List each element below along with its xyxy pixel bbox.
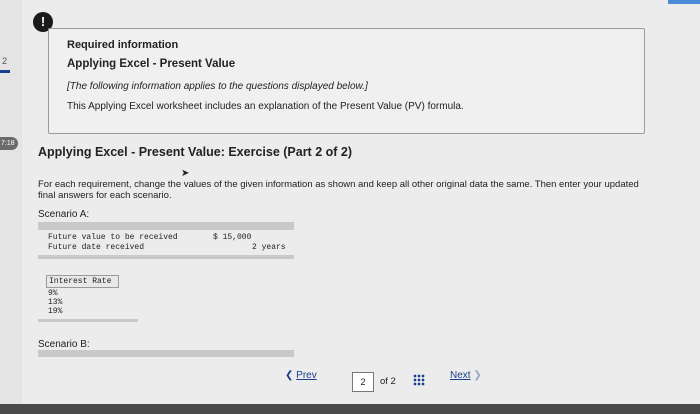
- rate-row-2[interactable]: 13%: [48, 298, 62, 307]
- interest-rate-header-box: Interest Rate: [46, 275, 119, 288]
- question-number[interactable]: 2: [2, 56, 7, 66]
- table-divider: [38, 255, 294, 259]
- top-accent-bar: [668, 0, 700, 4]
- next-button[interactable]: Next ❯: [450, 370, 482, 381]
- scenario-b-bar: [38, 350, 294, 357]
- prev-label: Prev: [296, 370, 317, 381]
- required-info-box: Required information Applying Excel - Pr…: [48, 28, 645, 134]
- scenario-a-label: Scenario A:: [38, 209, 90, 220]
- future-value-amount[interactable]: $ 15,000: [213, 233, 251, 242]
- required-info-title: Applying Excel - Present Value: [67, 58, 236, 70]
- exercise-instructions: For each requirement, change the values …: [38, 179, 639, 201]
- scenario-b-label: Scenario B:: [38, 339, 90, 350]
- future-date-value[interactable]: 2 years: [252, 243, 286, 252]
- exercise-heading: Applying Excel - Present Value: Exercise…: [38, 145, 353, 159]
- current-page-number: 2: [360, 377, 366, 387]
- timer-badge: 7:18: [0, 137, 18, 150]
- rate-table-divider: [38, 319, 138, 322]
- rate-row-3[interactable]: 19%: [48, 307, 62, 316]
- required-info-note: [The following information applies to th…: [67, 81, 368, 92]
- table-header-bar: [38, 222, 294, 230]
- chevron-right-icon: ❯: [473, 370, 482, 381]
- grid-icon[interactable]: [413, 374, 425, 386]
- bottom-bar: [0, 404, 700, 414]
- current-page-box[interactable]: 2: [352, 372, 374, 392]
- next-label: Next: [450, 370, 471, 381]
- required-info-label: Required information: [67, 39, 179, 51]
- page: 2 7:18 ! Required information Applying E…: [0, 0, 700, 404]
- prev-button[interactable]: ❮ Prev: [285, 370, 317, 381]
- mouse-cursor-icon: ➤: [181, 168, 190, 179]
- interest-rate-header: Interest Rate: [49, 277, 112, 286]
- required-info-description: This Applying Excel worksheet includes a…: [67, 101, 464, 112]
- page-of-total: of 2: [380, 376, 396, 387]
- chevron-left-icon: ❮: [285, 370, 294, 381]
- future-date-label: Future date received: [48, 243, 145, 252]
- future-value-label: Future value to be received: [48, 233, 178, 242]
- rate-row-1[interactable]: 9%: [48, 289, 58, 298]
- question-marker: [0, 70, 10, 73]
- left-question-strip: 2: [0, 0, 22, 404]
